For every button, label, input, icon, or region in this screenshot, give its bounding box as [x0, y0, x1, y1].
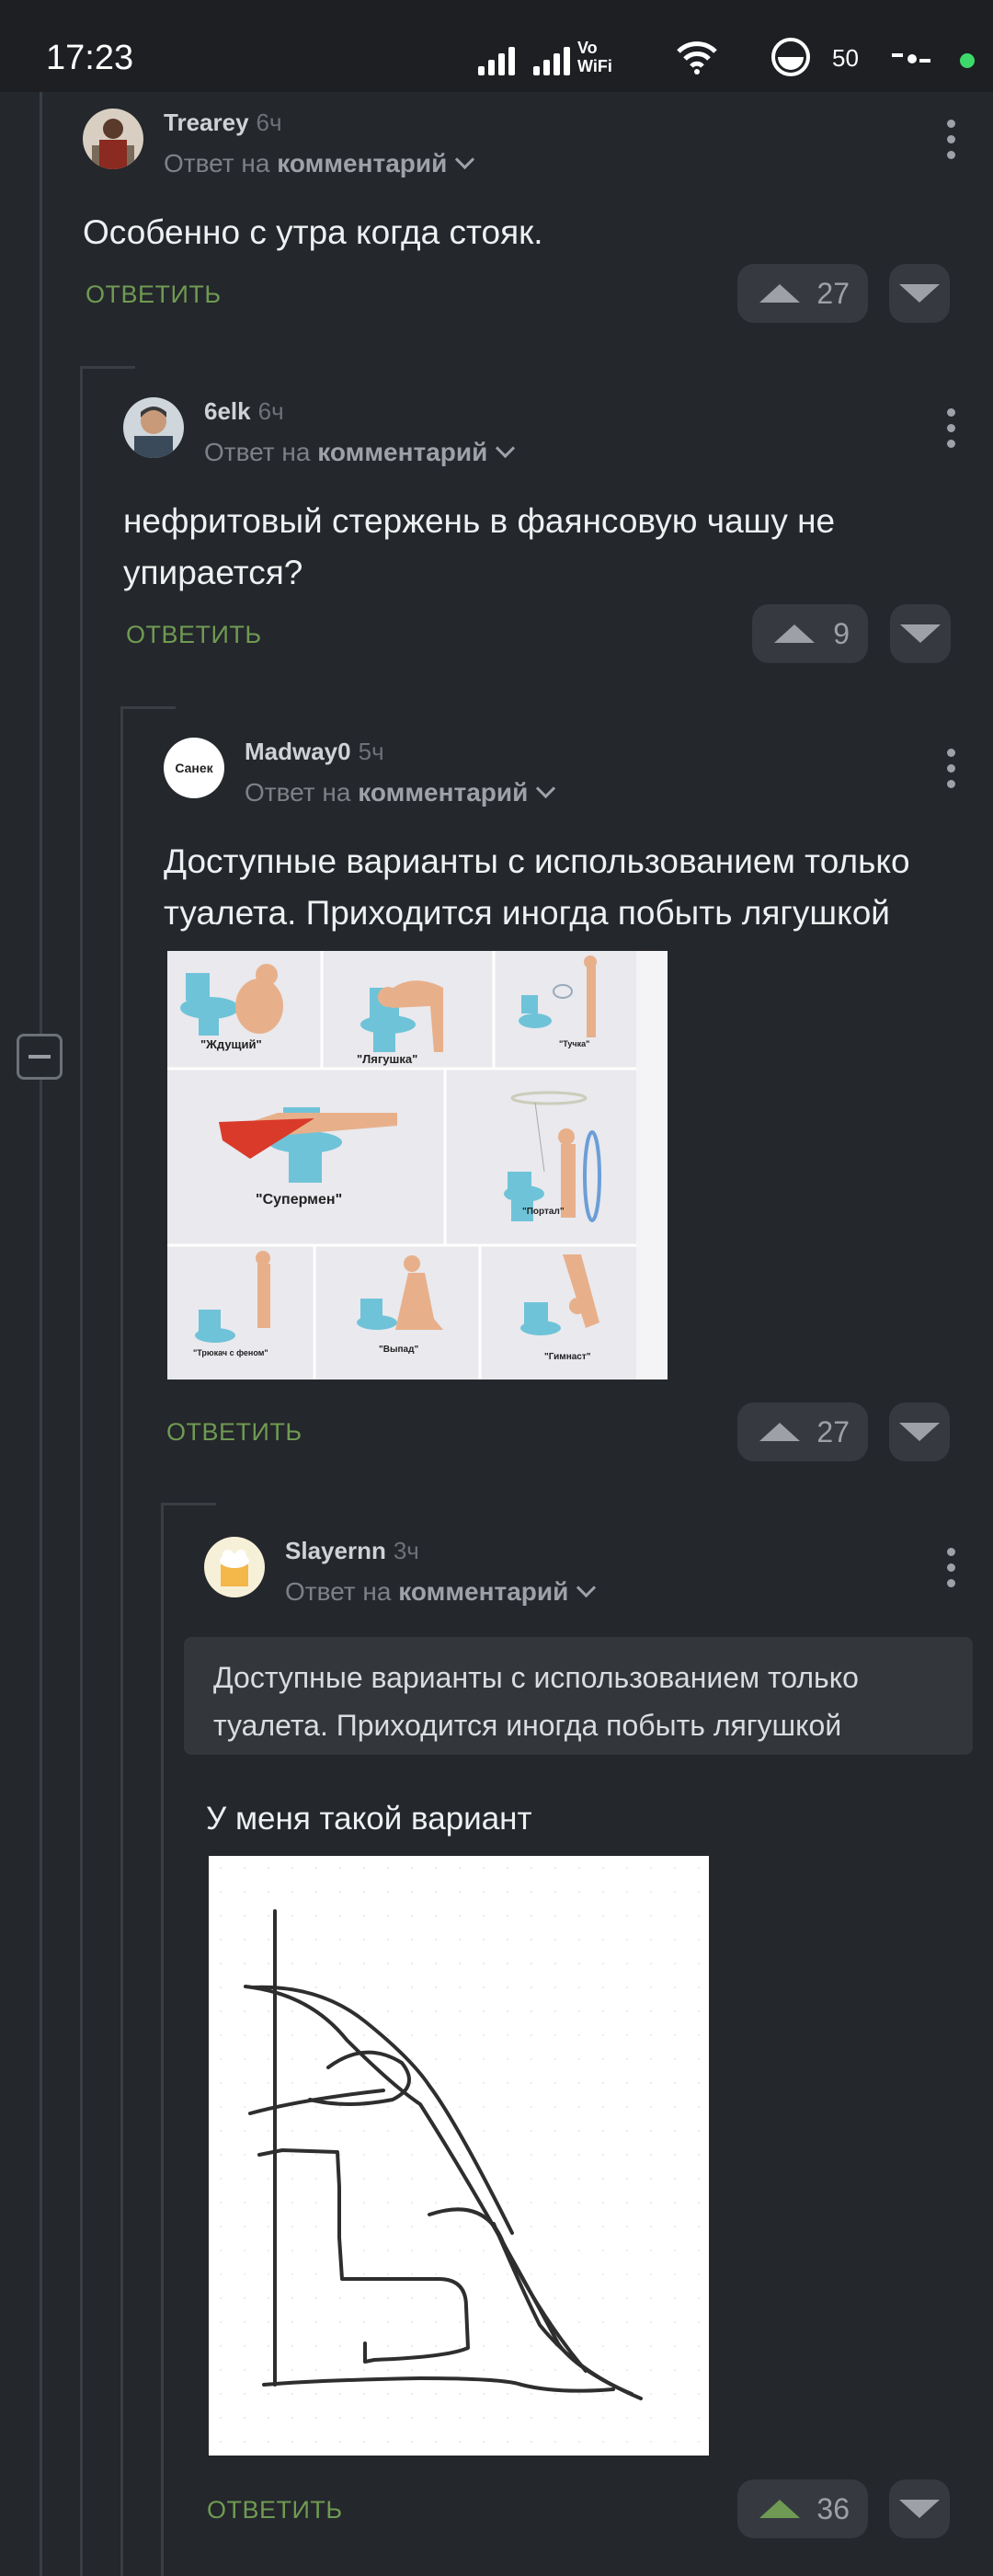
dnd-icon — [771, 38, 810, 76]
more-menu-icon[interactable] — [947, 120, 956, 166]
reply-button[interactable]: ОТВЕТИТЬ — [126, 621, 262, 649]
thread-connector-3 — [120, 706, 176, 709]
image-label: "Ждущий" — [200, 1037, 262, 1051]
vote-count: 27 — [816, 277, 850, 310]
comment-age: 3ч — [393, 1537, 419, 1564]
vowifi-icon: Vo WiFi — [577, 39, 612, 75]
thread-line-1 — [40, 92, 42, 2576]
reply-button[interactable]: ОТВЕТИТЬ — [86, 280, 222, 309]
comment-age: 6ч — [256, 109, 282, 136]
comment-madway0: Санек Madway0 5ч Ответ на комментарий Дос… — [164, 721, 993, 1475]
thread-line-4 — [161, 1505, 164, 2576]
more-menu-icon[interactable] — [947, 1548, 956, 1595]
comment-text: Особенно с утра когда стояк. — [83, 213, 543, 251]
collapse-thread-button[interactable] — [17, 1034, 63, 1080]
comment-author[interactable]: Madway0 5ч — [245, 738, 384, 766]
comment-text: У меня такой вариант — [206, 1801, 532, 1837]
status-icons: Vo WiFi 50 — [478, 37, 993, 83]
arrow-down-icon — [899, 2500, 940, 2518]
data-saver-icon — [892, 53, 930, 63]
avatar[interactable] — [83, 109, 143, 169]
image-label: "Выпад" — [379, 1345, 419, 1355]
comment-text: нефритовый стержень в фаянсовую чашу не … — [123, 502, 836, 591]
image-label: "Портал" — [522, 1207, 565, 1217]
comment-image[interactable]: "Ждущий" "Лягушка" "Тучка" "Супермен" "П… — [167, 951, 668, 1380]
comment-age: 6ч — [257, 397, 284, 425]
chevron-down-icon — [455, 149, 475, 170]
avatar[interactable]: Санек — [164, 738, 224, 798]
upvote-button[interactable]: 27 — [737, 264, 868, 323]
chevron-down-icon — [496, 438, 516, 459]
comment-author[interactable]: Trearey 6ч — [164, 109, 282, 137]
thread-connector-4 — [161, 1503, 216, 1506]
thread-line-2 — [80, 368, 83, 2576]
arrow-down-icon — [899, 284, 940, 303]
comment-6elk: 6elk 6ч Ответ на комментарий нефритовый с… — [123, 381, 993, 684]
downvote-button[interactable] — [890, 604, 951, 663]
chevron-down-icon — [536, 778, 556, 799]
downvote-button[interactable] — [889, 1402, 950, 1461]
avatar[interactable] — [123, 397, 184, 458]
upvote-button[interactable]: 27 — [737, 1402, 868, 1461]
vote-count: 9 — [833, 617, 850, 650]
comment-text: Доступные варианты с использованием толь… — [164, 842, 910, 932]
privacy-indicator — [960, 53, 975, 68]
downvote-button[interactable] — [889, 2479, 950, 2538]
comment-age: 5ч — [358, 738, 384, 765]
reply-to-link[interactable]: Ответ на комментарий — [245, 778, 556, 807]
comment-author[interactable]: 6elk 6ч — [204, 397, 284, 426]
downvote-button[interactable] — [889, 264, 950, 323]
image-label: "Лягушка" — [357, 1052, 418, 1066]
comment-trearey: Trearey 6ч Ответ на комментарий Особенно … — [83, 92, 993, 340]
quoted-comment[interactable]: Доступные варианты с использованием толь… — [184, 1637, 973, 1755]
reply-to-link[interactable]: Ответ на комментарий — [285, 1577, 597, 1607]
arrow-up-icon — [759, 1423, 800, 1441]
status-time: 17:23 — [46, 39, 134, 77]
battery-level: 50 — [832, 44, 859, 72]
comment-image[interactable] — [209, 1856, 709, 2456]
reply-to-link[interactable]: Ответ на комментарий — [204, 438, 516, 467]
status-bar: 17:23 Vo WiFi 50 — [0, 0, 993, 92]
comment-slayernn: Slayernn 3ч Ответ на комментарий Доступны… — [184, 1520, 993, 2541]
chevron-down-icon — [576, 1577, 597, 1598]
reply-button[interactable]: ОТВЕТИТЬ — [166, 1418, 302, 1447]
comment-author[interactable]: Slayernn 3ч — [285, 1537, 419, 1565]
vote-count: 27 — [816, 1415, 850, 1448]
thread-connector-2 — [80, 366, 135, 369]
reply-button[interactable]: ОТВЕТИТЬ — [207, 2496, 343, 2524]
reply-to-link[interactable]: Ответ на комментарий — [164, 149, 475, 178]
arrow-up-icon — [774, 624, 815, 643]
thread-line-3 — [120, 708, 123, 2576]
image-label: "Тучка" — [559, 1039, 590, 1048]
more-menu-icon[interactable] — [947, 408, 956, 455]
upvote-button[interactable]: 36 — [737, 2479, 868, 2538]
more-menu-icon[interactable] — [947, 749, 956, 796]
arrow-down-icon — [899, 1423, 940, 1441]
avatar[interactable] — [204, 1537, 265, 1597]
vote-count: 36 — [816, 2492, 850, 2525]
arrow-up-icon — [759, 284, 800, 303]
image-label: "Трюкач с феном" — [193, 1348, 268, 1357]
image-label: "Супермен" — [256, 1192, 343, 1208]
arrow-down-icon — [900, 624, 941, 643]
wifi-icon — [677, 41, 717, 74]
upvote-button[interactable]: 9 — [752, 604, 868, 663]
image-label: "Гимнаст" — [544, 1352, 591, 1362]
arrow-up-icon — [759, 2500, 800, 2518]
avatar-text: Санек — [175, 761, 213, 775]
